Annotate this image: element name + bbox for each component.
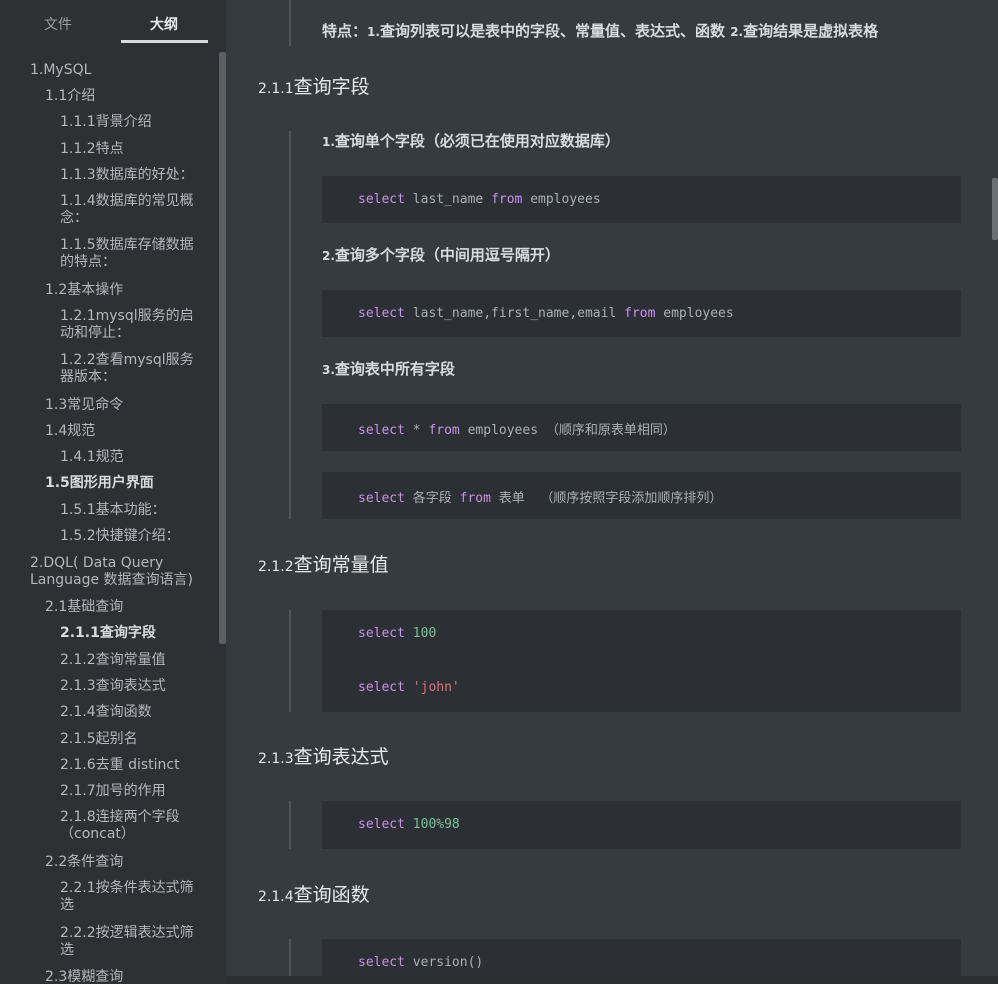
outline-item[interactable]: 2.2.1按条件表达式筛选 (60, 880, 200, 914)
outline-item[interactable]: 1.1.1背景介绍 (60, 114, 152, 131)
tab-outline[interactable]: 大纲 (150, 14, 178, 34)
outline-item[interactable]: 2.1.3查询表达式 (60, 678, 166, 695)
outline-item-current[interactable]: 2.1.1查询字段 (60, 625, 156, 642)
outline-item[interactable]: 2.1基础查询 (45, 599, 123, 616)
blockquote-bar (289, 131, 291, 519)
outline-item[interactable]: 1.2基本操作 (45, 282, 123, 299)
heading-2-1-4: 2.1.4查询函数 (258, 884, 370, 906)
active-tab-indicator (121, 40, 208, 43)
code-block[interactable]: select 100%98 (322, 801, 961, 849)
outline-item[interactable]: 2.1.4查询函数 (60, 704, 152, 721)
outline-item[interactable]: 1.1.3数据库的好处： (60, 167, 194, 184)
outline-item[interactable]: 1.3常见命令 (45, 397, 123, 414)
code-block[interactable]: select last_name,first_name,email from e… (322, 290, 961, 337)
code-block[interactable]: select 100 select 'john' (322, 610, 961, 712)
outline-item[interactable]: 2.1.7加号的作用 (60, 783, 166, 800)
outline-item[interactable]: 1.2.2查看mysql服务器版本： (60, 352, 200, 386)
subheading-all-fields: 3.查询表中所有字段 (322, 360, 455, 378)
subheading-multiple-fields: 2.查询多个字段（中间用逗号隔开） (322, 246, 560, 264)
outline-item[interactable]: 1.5图形用户界面 (45, 475, 154, 492)
sidebar: 文件 大纲 1.MySQL 1.1介绍 1.1.1背景介绍 1.1.2特点 1.… (0, 0, 226, 984)
outline-item[interactable]: 2.DQL( Data Query Language 数据查询语言) (30, 555, 200, 589)
outline-item[interactable]: 1.4.1规范 (60, 449, 124, 466)
blockquote-bar (289, 0, 291, 46)
subheading-single-field: 1.查询单个字段（必须已在使用对应数据库） (322, 132, 620, 150)
heading-2-1-1: 2.1.1查询字段 (258, 76, 370, 98)
outline-item[interactable]: 1.1介绍 (45, 88, 95, 105)
blockquote-bar (289, 801, 291, 849)
outline-item[interactable]: 2.3模糊查询 (45, 969, 123, 984)
outline-item[interactable]: 1.1.5数据库存储数据的特点： (60, 237, 200, 271)
code-block[interactable]: select 各字段 from 表单 （顺序按照字段添加顺序排列） (322, 472, 961, 519)
intro-text: 特点：1.查询列表可以是表中的字段、常量值、表达式、函数 2.查询结果是虚拟表格 (322, 22, 879, 40)
tab-files[interactable]: 文件 (44, 14, 72, 34)
sidebar-scrollbar[interactable] (219, 52, 226, 644)
outline-item[interactable]: 1.4规范 (45, 423, 95, 440)
code-block[interactable]: select version() (322, 939, 961, 976)
outline-item[interactable]: 1.1.2特点 (60, 141, 124, 158)
heading-2-1-2: 2.1.2查询常量值 (258, 554, 389, 576)
blockquote-bar (289, 610, 291, 712)
outline-item[interactable]: 2.2条件查询 (45, 854, 123, 871)
heading-2-1-3: 2.1.3查询表达式 (258, 746, 389, 768)
editor-scrollbar[interactable] (992, 178, 998, 240)
outline-item[interactable]: 2.1.2查询常量值 (60, 652, 166, 669)
outline-item[interactable]: 2.2.2按逻辑表达式筛选 (60, 925, 200, 959)
outline-item[interactable]: 1.5.2快捷键介绍： (60, 528, 180, 545)
bottom-bar (226, 976, 998, 984)
outline-item[interactable]: 1.1.4数据库的常见概念： (60, 193, 200, 227)
code-block[interactable]: select * from employees （顺序和原表单相同） (322, 404, 961, 451)
outline-item[interactable]: 2.1.6去重 distinct (60, 757, 180, 774)
outline-item[interactable]: 1.MySQL (30, 62, 91, 79)
outline-item[interactable]: 2.1.5起别名 (60, 731, 138, 748)
outline-item[interactable]: 1.5.1基本功能： (60, 502, 166, 519)
sidebar-tabs: 文件 大纲 (0, 0, 226, 46)
editor-content[interactable]: 特点：1.查询列表可以是表中的字段、常量值、表达式、函数 2.查询结果是虚拟表格… (226, 0, 998, 984)
code-block[interactable]: select last_name from employees (322, 176, 961, 223)
outline-item[interactable]: 1.2.1mysql服务的启动和停止： (60, 308, 200, 342)
outline-item[interactable]: 2.1.8连接两个字段（concat） (60, 809, 190, 843)
